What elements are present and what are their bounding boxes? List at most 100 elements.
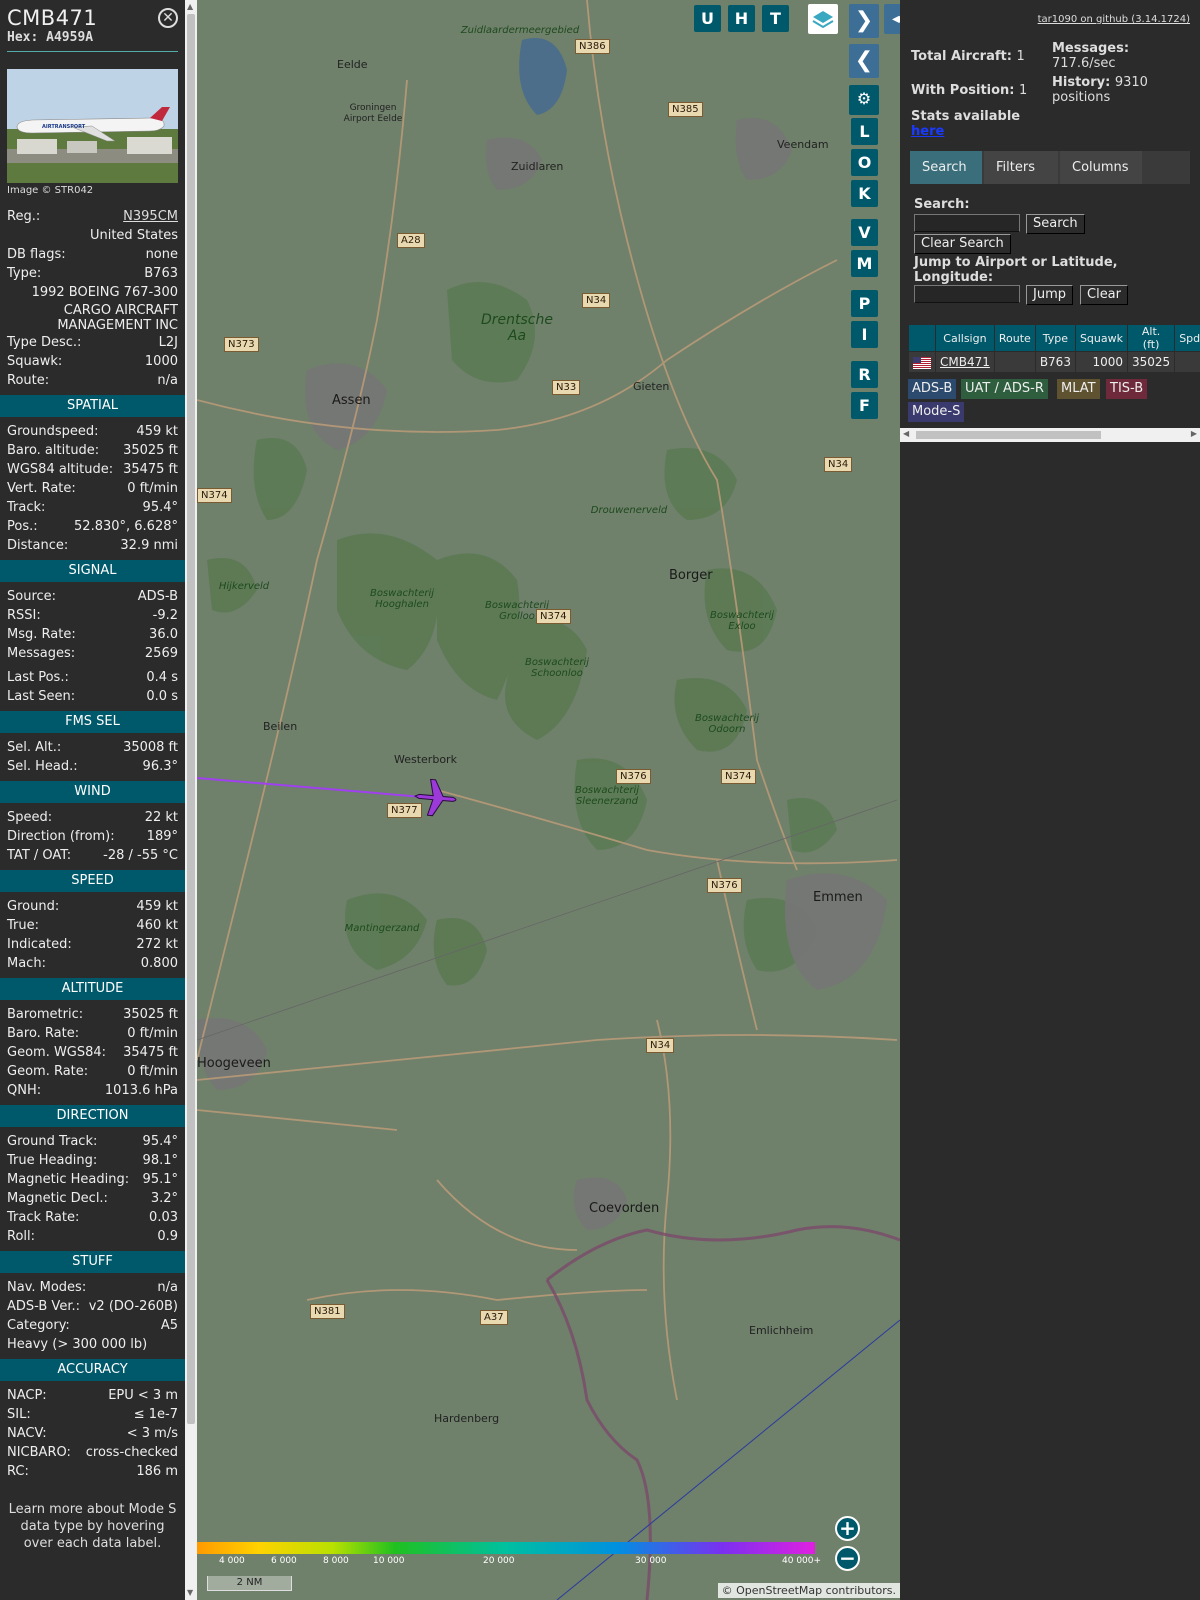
clear-search-button[interactable]: Clear Search (914, 234, 1011, 254)
info-label[interactable]: Messages: (7, 644, 75, 663)
column-type[interactable]: Type (1035, 325, 1075, 351)
map-button-h[interactable]: H (728, 5, 755, 32)
tab-columns[interactable]: Columns (1060, 151, 1142, 184)
info-label[interactable]: Heavy (> 300 000 lb) (7, 1335, 147, 1354)
info-label[interactable]: Msg. Rate: (7, 625, 76, 644)
info-label[interactable]: ADS-B Ver.: (7, 1297, 80, 1316)
map-button-k[interactable]: K (851, 180, 878, 207)
info-label[interactable]: Distance: (7, 536, 68, 555)
map-attribution[interactable]: © OpenStreetMap contributors. (717, 1583, 900, 1598)
scroll-right-icon[interactable]: ▶ (1191, 429, 1197, 438)
scroll-up-icon[interactable]: ▲ (187, 2, 193, 11)
map-button-u[interactable]: U (694, 5, 721, 32)
expand-horizontal-icon[interactable]: ◂▸ (884, 4, 900, 34)
search-button[interactable]: Search (1026, 214, 1085, 234)
jump-input[interactable] (914, 285, 1020, 303)
stats-link[interactable]: here (911, 124, 1020, 139)
info-row: NACP: EPU < 3 m (0, 1386, 185, 1405)
info-label[interactable]: Direction (from): (7, 827, 115, 846)
info-label[interactable]: Roll: (7, 1227, 35, 1246)
scroll-down-icon[interactable]: ▼ (187, 1588, 193, 1597)
column-route[interactable]: Route (994, 325, 1035, 351)
info-label[interactable]: True: (7, 916, 39, 935)
column-squawk[interactable]: Squawk (1075, 325, 1127, 351)
info-label[interactable]: Geom. Rate: (7, 1062, 88, 1081)
gear-icon[interactable]: ⚙ (849, 85, 879, 115)
info-label[interactable]: Vert. Rate: (7, 479, 76, 498)
info-label[interactable]: Sel. Head.: (7, 757, 78, 776)
info-label[interactable]: Barometric: (7, 1005, 83, 1024)
column-speed[interactable]: Spd. (1175, 325, 1200, 351)
info-label[interactable]: RSSI: (7, 606, 41, 625)
table-row[interactable]: CMB471 B763 1000 35025 (909, 352, 1200, 372)
info-label[interactable]: Indicated: (7, 935, 72, 954)
search-input[interactable] (914, 214, 1020, 232)
map-button-i[interactable]: I (851, 321, 878, 348)
info-label[interactable]: NACV: (7, 1424, 47, 1443)
info-panel-scrollbar[interactable]: ▲ ▼ (185, 0, 197, 1600)
map-button-v[interactable]: V (851, 219, 878, 246)
scrollbar-thumb[interactable] (916, 431, 1101, 439)
map-button-l[interactable]: L (851, 118, 878, 145)
layers-icon[interactable] (808, 4, 838, 34)
info-label[interactable]: Category: (7, 1316, 70, 1335)
tab-search[interactable]: Search (910, 151, 982, 184)
info-label[interactable]: Ground Track: (7, 1132, 97, 1151)
map-button-m[interactable]: M (851, 250, 878, 277)
jump-button[interactable]: Jump (1026, 285, 1073, 305)
info-label[interactable]: Magnetic Decl.: (7, 1189, 108, 1208)
scroll-left-icon[interactable]: ◀ (903, 429, 909, 438)
info-label[interactable]: Sel. Alt.: (7, 738, 61, 757)
info-label[interactable]: NACP: (7, 1386, 47, 1405)
info-label[interactable]: Pos.: (7, 517, 38, 536)
info-label[interactable]: True Heading: (7, 1151, 97, 1170)
info-value: 3.2° (150, 1191, 178, 1206)
github-link[interactable]: tar1090 on github (3.14.1724) (1038, 14, 1190, 25)
close-icon[interactable]: ✕ (158, 8, 178, 28)
info-label[interactable]: Track Rate: (7, 1208, 79, 1227)
info-label[interactable]: RC: (7, 1462, 29, 1481)
clear-button[interactable]: Clear (1080, 285, 1128, 305)
info-label[interactable]: Source: (7, 587, 56, 606)
zoom-out-button[interactable]: − (835, 1546, 860, 1571)
info-label[interactable]: Baro. Rate: (7, 1024, 79, 1043)
tab-filters[interactable]: Filters (984, 151, 1058, 184)
map-button-o[interactable]: O (851, 149, 878, 176)
info-label[interactable]: TAT / OAT: (7, 846, 71, 865)
info-label[interactable]: Last Seen: (7, 687, 75, 706)
chevron-right-icon[interactable]: ❯ (849, 4, 879, 38)
info-value: 0.4 s (146, 670, 178, 685)
info-label[interactable]: QNH: (7, 1081, 41, 1100)
map-button-f[interactable]: F (851, 392, 878, 419)
registration-link[interactable]: N395CM (123, 207, 178, 226)
info-label[interactable]: Mach: (7, 954, 46, 973)
column-callsign[interactable]: Callsign (936, 325, 994, 351)
map-button-p[interactable]: P (851, 290, 878, 317)
scrollbar-thumb[interactable] (187, 14, 195, 1424)
info-label[interactable]: Last Pos.: (7, 668, 69, 687)
column-altitude[interactable]: Alt. (ft) (1128, 325, 1175, 351)
map-button-t[interactable]: T (762, 5, 789, 32)
info-label[interactable]: Nav. Modes: (7, 1278, 86, 1297)
info-label[interactable]: Speed: (7, 808, 52, 827)
info-label[interactable]: Geom. WGS84: (7, 1043, 106, 1062)
table-horizontal-scrollbar[interactable]: ◀ ▶ (900, 428, 1200, 442)
info-label[interactable]: Baro. altitude: (7, 441, 99, 460)
info-label[interactable]: Magnetic Heading: (7, 1170, 129, 1189)
aircraft-photo[interactable]: AIRTRANSPORT (7, 69, 178, 183)
row-callsign[interactable]: CMB471 (936, 352, 994, 372)
info-label[interactable]: NICBARO: (7, 1443, 71, 1462)
info-label[interactable]: WGS84 altitude: (7, 460, 113, 479)
city-label: Coevorden (589, 1201, 660, 1216)
info-label[interactable]: Track: (7, 498, 45, 517)
map-view[interactable]: Assen Emmen Hoogeveen Borger Coevorden Zuidla… (197, 0, 900, 1600)
info-label[interactable]: SIL: (7, 1405, 31, 1424)
map-base-layer (197, 0, 900, 1600)
map-button-r[interactable]: R (851, 361, 878, 388)
info-value: 95.4° (142, 500, 178, 515)
info-label[interactable]: Groundspeed: (7, 422, 98, 441)
zoom-in-button[interactable]: + (835, 1516, 860, 1541)
info-label[interactable]: Ground: (7, 897, 59, 916)
info-row: Msg. Rate: 36.0 (0, 625, 185, 644)
chevron-left-icon[interactable]: ❮ (849, 44, 879, 78)
